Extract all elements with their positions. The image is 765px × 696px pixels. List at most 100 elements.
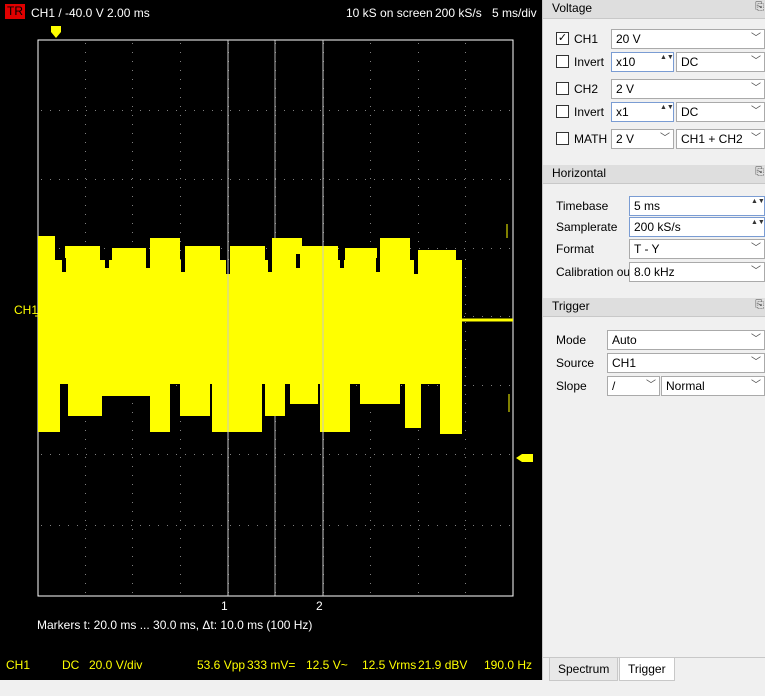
grid-dot bbox=[85, 448, 86, 449]
grid-dot bbox=[419, 110, 420, 111]
spin-arrows-icon[interactable]: ▲▼ bbox=[660, 53, 673, 71]
samplerate-stepper[interactable]: 200 kS/s ▲▼ bbox=[629, 217, 765, 237]
grid-dot bbox=[365, 179, 366, 180]
calibration-select[interactable]: 8.0 kHz ﹀ bbox=[629, 262, 765, 282]
grid-dot bbox=[85, 52, 86, 53]
grid-dot bbox=[113, 525, 114, 526]
chevron-down-icon: ﹀ bbox=[751, 83, 761, 94]
trigger-position-marker[interactable] bbox=[51, 26, 61, 38]
grid-dot bbox=[455, 525, 456, 526]
grid-dot bbox=[446, 110, 447, 111]
dock-float-icon[interactable]: ⎘ bbox=[755, 166, 764, 179]
grid-dot bbox=[370, 88, 371, 89]
ch1-offset-label[interactable]: CH1 bbox=[14, 303, 38, 317]
math-gain-select[interactable]: 2 V ﹀ bbox=[611, 129, 674, 149]
trigger-mode-select[interactable]: Auto ﹀ bbox=[607, 330, 765, 350]
grid-dot bbox=[85, 187, 86, 188]
grid-dot bbox=[95, 454, 96, 455]
ch1-gain-select[interactable]: 20 V ﹀ bbox=[611, 29, 765, 49]
scope-view[interactable]: TR CH1 / -40.0 V 2.00 ms 10 kS on screen… bbox=[0, 0, 542, 680]
ch1-checkbox[interactable]: ✓ bbox=[556, 32, 569, 45]
format-select[interactable]: T - Y ﹀ bbox=[629, 239, 765, 259]
grid-dot bbox=[370, 133, 371, 134]
spin-arrows-icon[interactable]: ▲▼ bbox=[751, 197, 764, 215]
grid-dot bbox=[85, 520, 86, 521]
grid-dot bbox=[370, 493, 371, 494]
dock-float-icon[interactable]: ⎘ bbox=[755, 299, 764, 312]
grid-dot bbox=[465, 268, 466, 269]
grid-dot bbox=[180, 124, 181, 125]
grid-dot bbox=[465, 196, 466, 197]
marker-1-label[interactable]: 1 bbox=[221, 599, 228, 613]
grid-dot bbox=[180, 52, 181, 53]
grid-dot bbox=[465, 43, 466, 44]
ch2-checkbox[interactable] bbox=[556, 82, 569, 95]
grid-dot bbox=[302, 525, 303, 526]
trigger-source-select[interactable]: CH1 ﹀ bbox=[607, 353, 765, 373]
oscilloscope-graph[interactable]: CH1 1 2 bbox=[0, 24, 542, 614]
ch1-coupling-value: DC bbox=[681, 55, 699, 69]
ch1-coupling-select[interactable]: DC ﹀ bbox=[676, 52, 765, 72]
grid-dot bbox=[418, 151, 419, 152]
grid-dot bbox=[329, 179, 330, 180]
horizontal-dock-title: Horizontal bbox=[552, 166, 607, 180]
grid-dot bbox=[455, 454, 456, 455]
grid-dot bbox=[149, 179, 150, 180]
grid-dot bbox=[221, 110, 222, 111]
ch2-coupling-select[interactable]: DC ﹀ bbox=[676, 102, 765, 122]
grid-dot bbox=[104, 248, 105, 249]
chevron-down-icon: ﹀ bbox=[660, 133, 670, 144]
math-mode-select[interactable]: CH1 + CH2 ﹀ bbox=[676, 129, 765, 149]
grid-dot bbox=[132, 592, 133, 593]
dock-float-icon[interactable]: ⎘ bbox=[755, 1, 764, 14]
grid-dot bbox=[465, 133, 466, 134]
grid-dot bbox=[464, 179, 465, 180]
grid-dot bbox=[437, 179, 438, 180]
grid-dot bbox=[257, 110, 258, 111]
grid-dot bbox=[230, 454, 231, 455]
math-checkbox[interactable] bbox=[556, 132, 569, 145]
ch1-invert-checkbox[interactable] bbox=[556, 55, 569, 68]
tab-spectrum[interactable]: Spectrum bbox=[549, 658, 619, 681]
ch2-probe-stepper[interactable]: x1 ▲▼ bbox=[611, 102, 674, 122]
timebase-stepper[interactable]: 5 ms ▲▼ bbox=[629, 196, 765, 216]
grid-dot bbox=[158, 525, 159, 526]
grid-dot bbox=[418, 124, 419, 125]
grid-dot bbox=[370, 547, 371, 548]
marker-2-label[interactable]: 2 bbox=[316, 599, 323, 613]
grid-dot bbox=[418, 97, 419, 98]
ch2-gain-select[interactable]: 2 V ﹀ bbox=[611, 79, 765, 99]
voltage-dock-header[interactable]: Voltage ⎘ bbox=[543, 0, 765, 19]
grid-dot bbox=[180, 493, 181, 494]
ch1-probe-stepper[interactable]: x10 ▲▼ bbox=[611, 52, 674, 72]
trigger-slope-select[interactable]: / ﹀ bbox=[607, 376, 660, 396]
trace-gap bbox=[181, 258, 185, 272]
trigger-dock-header[interactable]: Trigger ⎘ bbox=[543, 298, 765, 317]
grid-dot bbox=[132, 151, 133, 152]
ch2-invert-checkbox[interactable] bbox=[556, 105, 569, 118]
tab-trigger[interactable]: Trigger bbox=[619, 658, 675, 681]
grid-dot bbox=[370, 538, 371, 539]
grid-dot bbox=[132, 466, 133, 467]
trigger-level-marker[interactable] bbox=[516, 454, 533, 462]
grid-dot bbox=[465, 178, 466, 179]
grid-dot bbox=[132, 52, 133, 53]
grid-dot bbox=[180, 421, 181, 422]
grid-dot bbox=[465, 304, 466, 305]
horizontal-dock-header[interactable]: Horizontal ⎘ bbox=[543, 165, 765, 184]
grid-dot bbox=[465, 250, 466, 251]
trigger-type-select[interactable]: Normal ﹀ bbox=[661, 376, 765, 396]
grid-dot bbox=[365, 454, 366, 455]
grid-dot bbox=[180, 241, 181, 242]
trace-burst-bottom bbox=[265, 382, 285, 416]
grid-dot bbox=[329, 454, 330, 455]
spin-arrows-icon[interactable]: ▲▼ bbox=[660, 103, 673, 121]
grid-dot bbox=[239, 179, 240, 180]
chevron-down-icon: ﹀ bbox=[751, 334, 761, 345]
grid-dot bbox=[132, 511, 133, 512]
ch2-coupling-value: DC bbox=[681, 105, 699, 119]
grid-dot bbox=[356, 110, 357, 111]
grid-dot bbox=[132, 565, 133, 566]
spin-arrows-icon[interactable]: ▲▼ bbox=[751, 218, 764, 236]
grid-dot bbox=[132, 430, 133, 431]
